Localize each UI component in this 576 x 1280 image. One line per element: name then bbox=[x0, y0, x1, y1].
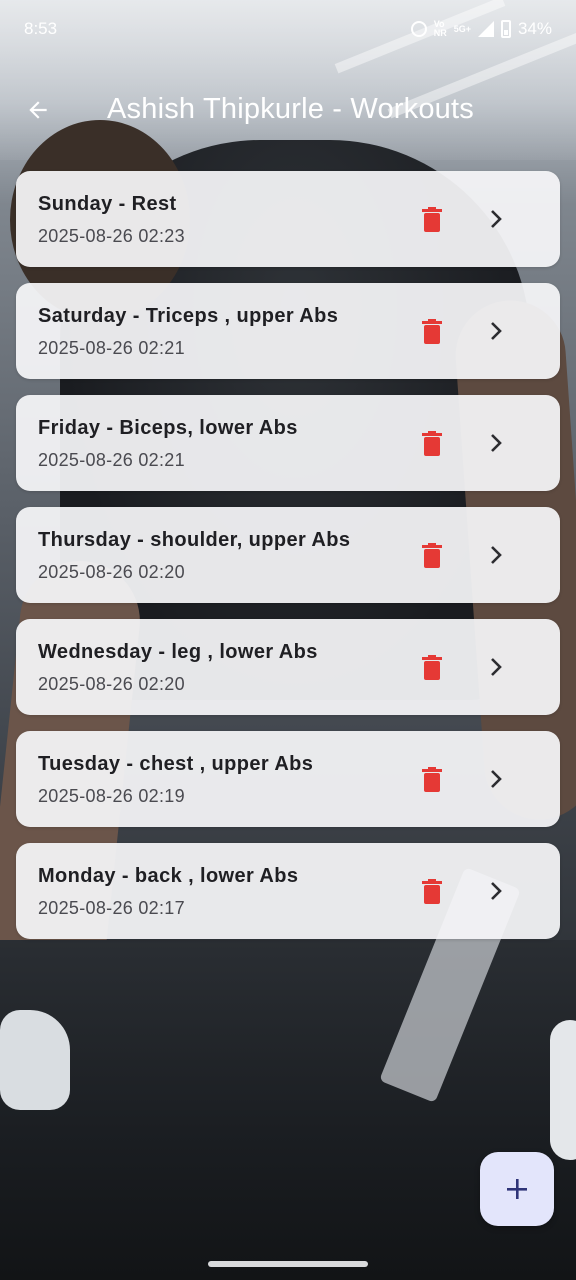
delete-button[interactable] bbox=[416, 765, 448, 795]
workout-name: Sunday - Rest bbox=[38, 193, 177, 215]
chevron-right-icon bbox=[491, 882, 502, 900]
workout-name: Tuesday - chest , upper Abs bbox=[38, 753, 314, 775]
chevron-right-icon bbox=[491, 658, 502, 676]
workout-card[interactable]: Saturday - Triceps , upper Abs 2025-08-2… bbox=[16, 283, 560, 379]
trash-icon bbox=[422, 319, 442, 344]
app-bar: Ashish Thipkurle - Workouts bbox=[0, 80, 576, 140]
workout-card[interactable]: Friday - Biceps, lower Abs 2025-08-26 02… bbox=[16, 395, 560, 491]
delete-button[interactable] bbox=[416, 429, 448, 459]
chevron-right-icon bbox=[491, 434, 502, 452]
workout-card[interactable]: Tuesday - chest , upper Abs 2025-08-26 0… bbox=[16, 731, 560, 827]
workout-date: 2025-08-26 02:21 bbox=[38, 450, 185, 470]
workout-date: 2025-08-26 02:19 bbox=[38, 786, 185, 806]
add-workout-button[interactable] bbox=[480, 1152, 554, 1226]
open-button[interactable] bbox=[484, 429, 508, 457]
workout-card[interactable]: Monday - back , lower Abs 2025-08-26 02:… bbox=[16, 843, 560, 939]
workout-name: Friday - Biceps, lower Abs bbox=[38, 417, 298, 439]
trash-icon bbox=[422, 879, 442, 904]
trash-icon bbox=[422, 431, 442, 456]
workout-card[interactable]: Sunday - Rest 2025-08-26 02:23 bbox=[16, 171, 560, 267]
back-button[interactable] bbox=[20, 92, 56, 128]
chevron-right-icon bbox=[491, 546, 502, 564]
chevron-right-icon bbox=[491, 210, 502, 228]
workout-name: Wednesday - leg , lower Abs bbox=[38, 641, 318, 663]
trash-icon bbox=[422, 655, 442, 680]
workout-card[interactable]: Wednesday - leg , lower Abs 2025-08-26 0… bbox=[16, 619, 560, 715]
status-icons: Vo NR 5G+ 34% bbox=[410, 19, 552, 39]
delete-button[interactable] bbox=[416, 653, 448, 683]
workout-name: Monday - back , lower Abs bbox=[38, 865, 299, 887]
delete-button[interactable] bbox=[416, 877, 448, 907]
trash-icon bbox=[422, 767, 442, 792]
workout-list: Sunday - Rest 2025-08-26 02:23 Saturday … bbox=[16, 171, 560, 955]
delete-button[interactable] bbox=[416, 541, 448, 571]
status-bar: 8:53 Vo NR 5G+ 34% bbox=[0, 0, 576, 60]
workout-date: 2025-08-26 02:17 bbox=[38, 898, 185, 918]
open-button[interactable] bbox=[484, 765, 508, 793]
workout-date: 2025-08-26 02:23 bbox=[38, 226, 185, 246]
open-button[interactable] bbox=[484, 541, 508, 569]
workout-card[interactable]: Thursday - shoulder, upper Abs 2025-08-2… bbox=[16, 507, 560, 603]
workout-date: 2025-08-26 02:20 bbox=[38, 674, 185, 694]
delete-button[interactable] bbox=[416, 317, 448, 347]
open-button[interactable] bbox=[484, 317, 508, 345]
workout-date: 2025-08-26 02:21 bbox=[38, 338, 185, 358]
status-time: 8:53 bbox=[24, 19, 58, 38]
page-title: Ashish Thipkurle - Workouts bbox=[107, 93, 474, 125]
alarm-icon bbox=[410, 21, 427, 37]
workout-date: 2025-08-26 02:20 bbox=[38, 562, 185, 582]
open-button[interactable] bbox=[484, 653, 508, 681]
signal-icon bbox=[477, 21, 494, 37]
arrow-left-icon bbox=[29, 101, 47, 119]
plus-icon bbox=[507, 1179, 527, 1199]
chevron-right-icon bbox=[491, 322, 502, 340]
trash-icon bbox=[422, 543, 442, 568]
delete-button[interactable] bbox=[416, 205, 448, 235]
chevron-right-icon bbox=[491, 770, 502, 788]
battery-percent: 34% bbox=[517, 19, 552, 38]
network-bottom-label: NR bbox=[433, 28, 447, 38]
battery-icon bbox=[500, 20, 511, 38]
home-indicator[interactable] bbox=[208, 1261, 368, 1267]
trash-icon bbox=[422, 207, 442, 232]
workout-name: Saturday - Triceps , upper Abs bbox=[38, 305, 339, 327]
network-type: 5G+ bbox=[453, 23, 471, 34]
open-button[interactable] bbox=[484, 205, 508, 233]
workout-name: Thursday - shoulder, upper Abs bbox=[38, 529, 351, 551]
network-indicator: Vo NR bbox=[434, 20, 447, 38]
open-button[interactable] bbox=[484, 877, 508, 905]
